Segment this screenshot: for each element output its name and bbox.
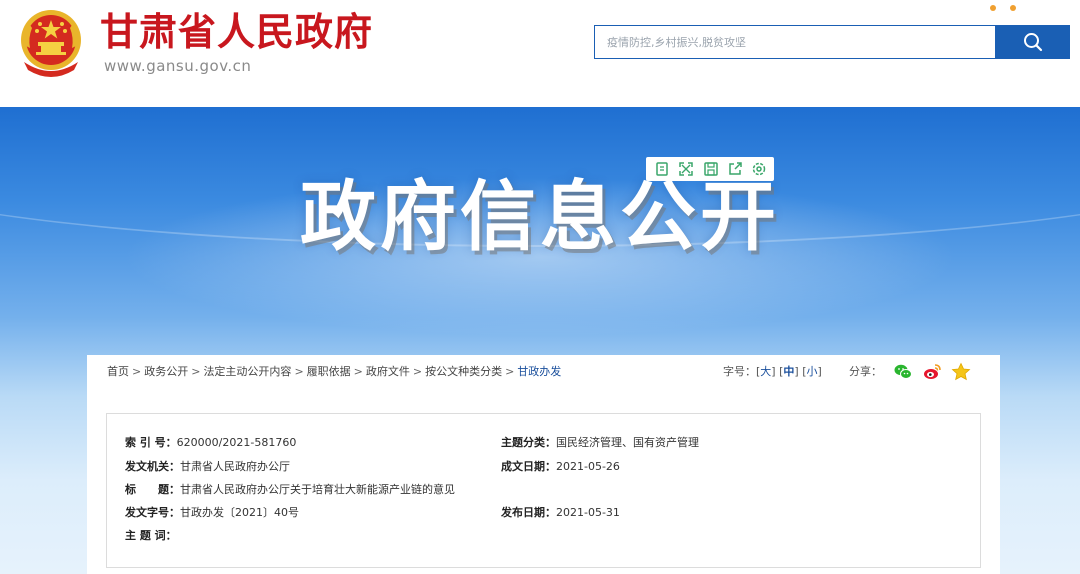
content-panel: 首页 > 政务公开 > 法定主动公开内容 > 履职依据 > 政府文件 > 按公文种类分类 > 甘政办发 … xyxy=(87,355,1000,574)
site-url[interactable]: www.gansu.gov.cn xyxy=(104,57,251,75)
site-header: 甘肃省人民政府 www.gansu.gov.cn xyxy=(0,0,1080,107)
search-button[interactable] xyxy=(995,26,1070,58)
save-icon[interactable] xyxy=(702,160,720,178)
font-size-control: 字号：[大] [中] [小] xyxy=(723,365,822,378)
bookmark-icon[interactable] xyxy=(653,160,671,178)
search-box xyxy=(594,25,1070,59)
meta-index-no: 索 引 号：620000/2021-581760 xyxy=(125,436,297,449)
meta-doc-no: 发文字号：甘政办发〔2021〕40号 xyxy=(125,506,299,519)
search-input[interactable] xyxy=(595,26,995,58)
breadcrumb-duty-basis[interactable]: 履职依据 xyxy=(307,365,351,378)
favorite-star-icon[interactable] xyxy=(951,362,971,382)
font-size-small[interactable]: 小 xyxy=(806,365,817,378)
font-size-label: 字号： xyxy=(723,365,756,378)
weibo-icon[interactable] xyxy=(922,362,942,382)
banner-title: 政府信息公开 xyxy=(300,172,780,261)
meta-date-published: 发布日期：2021-05-31 xyxy=(501,506,620,519)
font-size-medium[interactable]: 中 xyxy=(783,365,794,378)
settings-icon[interactable] xyxy=(750,160,768,178)
wechat-icon[interactable] xyxy=(893,362,913,382)
top-right-dots xyxy=(990,0,1050,11)
breadcrumb-statutory-content[interactable]: 法定主动公开内容 xyxy=(203,365,291,378)
breadcrumb-gov-affairs[interactable]: 政务公开 xyxy=(144,365,188,378)
breadcrumb-gov-documents[interactable]: 政府文件 xyxy=(366,365,410,378)
breadcrumb: 首页 > 政务公开 > 法定主动公开内容 > 履职依据 > 政府文件 > 按公文种类分类 > 甘政办发 xyxy=(107,365,562,378)
search-icon xyxy=(1024,33,1043,52)
breadcrumb-home[interactable]: 首页 xyxy=(107,365,129,378)
breadcrumb-current[interactable]: 甘政办发 xyxy=(517,365,561,378)
share-out-icon[interactable] xyxy=(726,160,744,178)
national-emblem-icon[interactable] xyxy=(14,6,88,78)
breadcrumb-doc-type[interactable]: 按公文种类分类 xyxy=(425,365,502,378)
meta-issuer: 发文机关：甘肃省人民政府办公厅 xyxy=(125,460,290,473)
meta-keywords: 主 题 词： xyxy=(125,529,177,542)
share-label: 分享： xyxy=(849,365,882,378)
document-metadata-box: 索 引 号：620000/2021-581760 主题分类：国民经济管理、国有资… xyxy=(106,413,981,568)
meta-date-created: 成文日期：2021-05-26 xyxy=(501,460,620,473)
fullscreen-icon[interactable] xyxy=(677,160,695,178)
meta-topic: 主题分类：国民经济管理、国有资产管理 xyxy=(501,436,699,449)
page-toolbar xyxy=(646,157,774,181)
meta-title: 标 题：甘肃省人民政府办公厅关于培育壮大新能源产业链的意见 xyxy=(125,483,455,496)
font-size-large[interactable]: 大 xyxy=(760,365,771,378)
site-title[interactable]: 甘肃省人民政府 xyxy=(100,8,373,56)
